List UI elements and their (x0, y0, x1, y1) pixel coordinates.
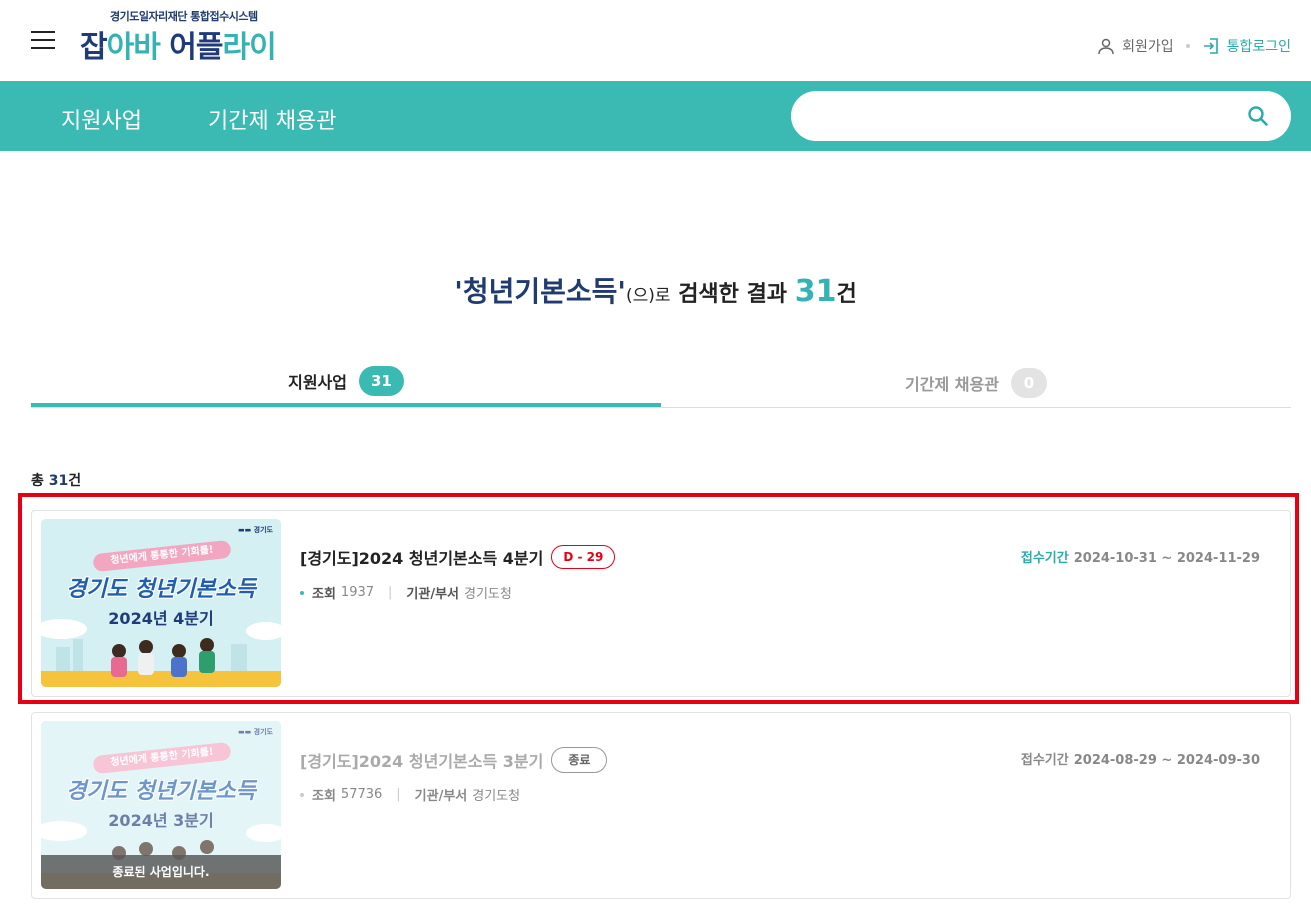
program-meta: 조회 57736 | 기관/부서 경기도청 (300, 785, 520, 804)
nav-item-temp-jobs[interactable]: 기간제 채용관 (208, 103, 336, 135)
separator-dot (1185, 44, 1190, 48)
search-input[interactable] (811, 101, 1231, 131)
join-label: 회원가입 (1122, 39, 1174, 55)
view-count: 57736 (340, 787, 383, 802)
logo-title: 잡아바 어플라이 (80, 30, 277, 65)
tab-count-badge: 0 (1010, 368, 1047, 398)
join-link[interactable]: 회원가입 (1097, 36, 1174, 56)
list-item[interactable]: ▬▬ 경기도 청년에게 통통한 기회를! 경기도 청년기본소득 2024년 3분… (31, 712, 1291, 899)
highlight-frame (18, 493, 1299, 704)
site-logo[interactable]: 경기도일자리재단 통합접수시스템 잡아바 어플라이 (80, 8, 300, 65)
login-label: 통합로그인 (1226, 39, 1291, 55)
site-header: 경기도일자리재단 통합접수시스템 잡아바 어플라이 회원가입 통합로그인 (0, 0, 1311, 81)
main-nav: 지원사업 기간제 채용관 (0, 81, 1311, 151)
login-link[interactable]: 통합로그인 (1202, 36, 1291, 56)
user-links: 회원가입 통합로그인 (1097, 36, 1291, 56)
search-icon[interactable] (1247, 105, 1269, 127)
result-tabs: 지원사업 31 기간제 채용관 0 (31, 358, 1291, 408)
search-result-heading: '청년기본소득'(으)로 검색한 결과 31건 (0, 270, 1311, 310)
search-box (791, 91, 1291, 141)
result-count: 31 (794, 274, 837, 309)
ended-notice: 종료된 사업입니다. (41, 855, 281, 889)
tab-support[interactable]: 지원사업 31 (31, 358, 661, 407)
tab-label: 지원사업 (288, 372, 347, 392)
tab-count-badge: 31 (359, 365, 404, 396)
result-keyword: '청년기본소득' (454, 275, 626, 308)
result-particle: (으)로 (625, 286, 671, 306)
total-count: 총 31건 (31, 473, 82, 489)
user-icon (1098, 38, 1114, 55)
result-text: 검색한 결과 (670, 282, 795, 307)
application-period: 접수기간 2024-08-29 ~ 2024-09-30 (1020, 753, 1260, 768)
result-unit: 건 (836, 282, 857, 307)
nav-item-support[interactable]: 지원사업 (61, 103, 142, 135)
tab-label: 기간제 채용관 (905, 375, 999, 394)
login-icon (1203, 38, 1218, 54)
menu-icon[interactable] (31, 31, 55, 49)
program-title[interactable]: [경기도]2024 청년기본소득 3분기 종료 (300, 747, 608, 773)
tab-temp-jobs[interactable]: 기간제 채용관 0 (661, 358, 1291, 408)
department: 경기도청 (472, 789, 521, 804)
program-thumbnail: ▬▬ 경기도 청년에게 통통한 기회를! 경기도 청년기본소득 2024년 3분… (41, 721, 281, 889)
ended-badge: 종료 (551, 747, 608, 773)
